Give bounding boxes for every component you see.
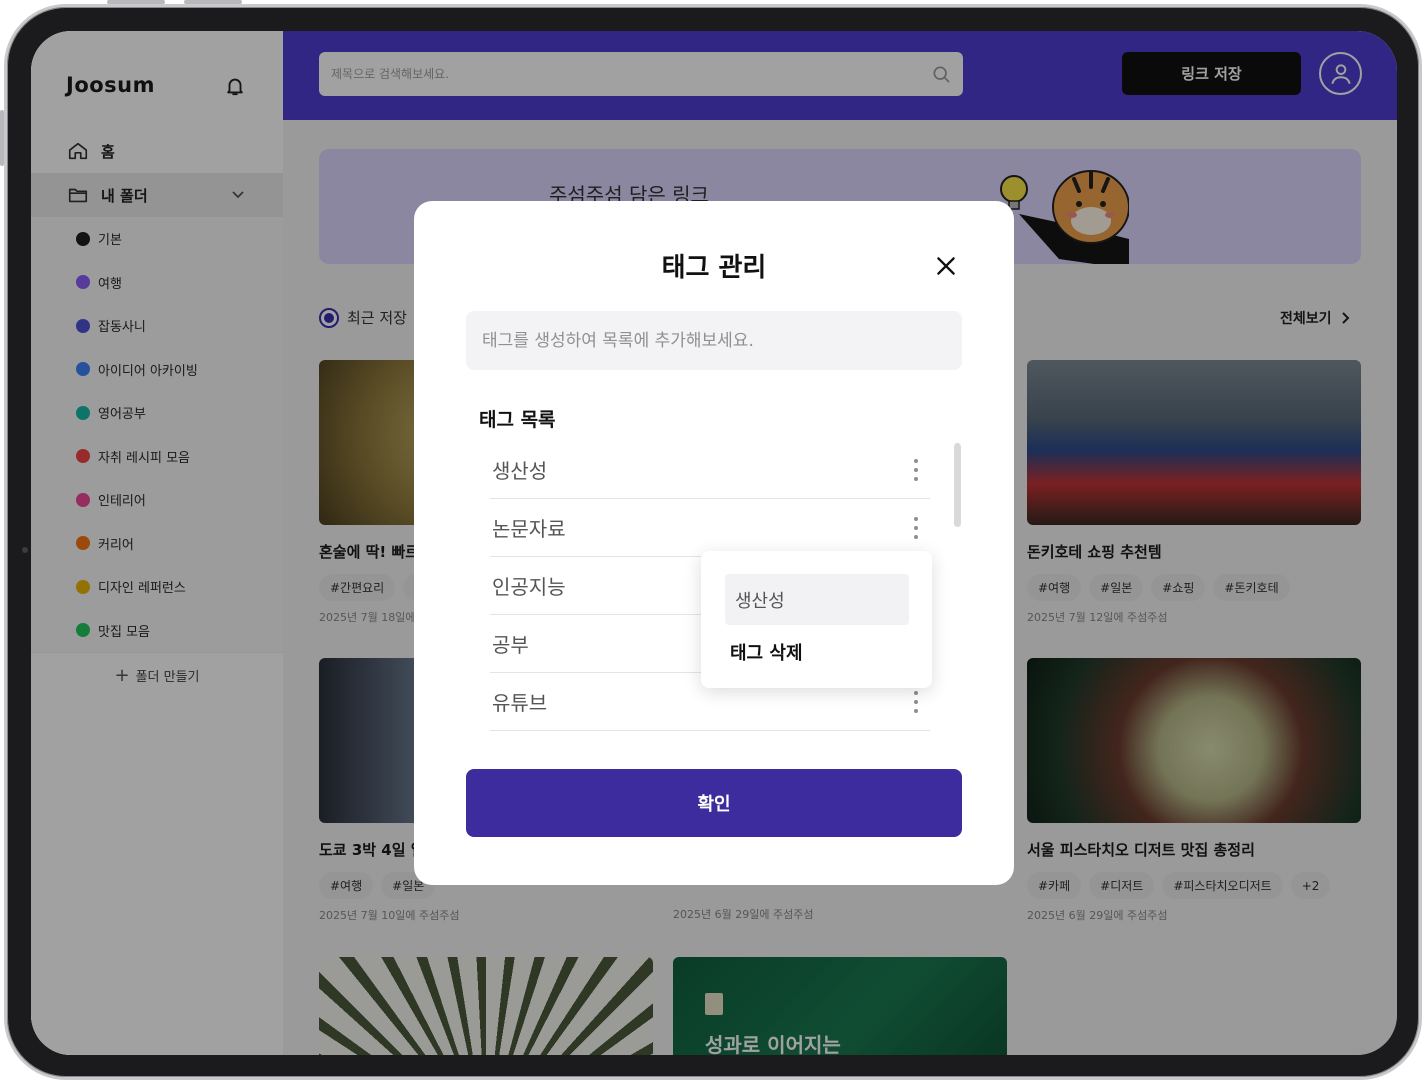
app-screen: Joosum 홈 내 폴더 기본 여행 잡동사니 아이디어 아카이빙 영어공부 …	[31, 31, 1397, 1055]
tag-management-modal: 태그 관리 태그 목록 생산성 논문자료 인공지능 공부	[414, 201, 1014, 885]
tag-name: 생산성	[492, 459, 548, 483]
close-icon[interactable]	[933, 253, 959, 279]
tag-list-label: 태그 목록	[479, 409, 556, 431]
tag-name: 논문자료	[492, 517, 566, 541]
tag-list-scrollbar[interactable]	[954, 443, 961, 527]
tag-row[interactable]: 논문자료	[490, 499, 930, 557]
tag-name: 유튜브	[492, 691, 548, 715]
modal-title: 태그 관리	[661, 253, 767, 283]
tag-row[interactable]: 생산성	[490, 441, 930, 499]
confirm-button[interactable]: 확인	[466, 769, 962, 837]
tag-name: 공부	[492, 633, 529, 657]
delete-tag-button[interactable]: 태그 삭제	[730, 639, 803, 665]
new-tag-input[interactable]	[466, 311, 962, 370]
more-vertical-icon[interactable]	[910, 689, 922, 715]
camera-dot	[22, 547, 28, 553]
tag-edit-popover: 태그 삭제	[701, 551, 932, 688]
more-vertical-icon[interactable]	[910, 457, 922, 483]
more-vertical-icon[interactable]	[910, 515, 922, 541]
tag-rename-input[interactable]	[725, 574, 909, 625]
tag-name: 인공지능	[492, 575, 566, 599]
